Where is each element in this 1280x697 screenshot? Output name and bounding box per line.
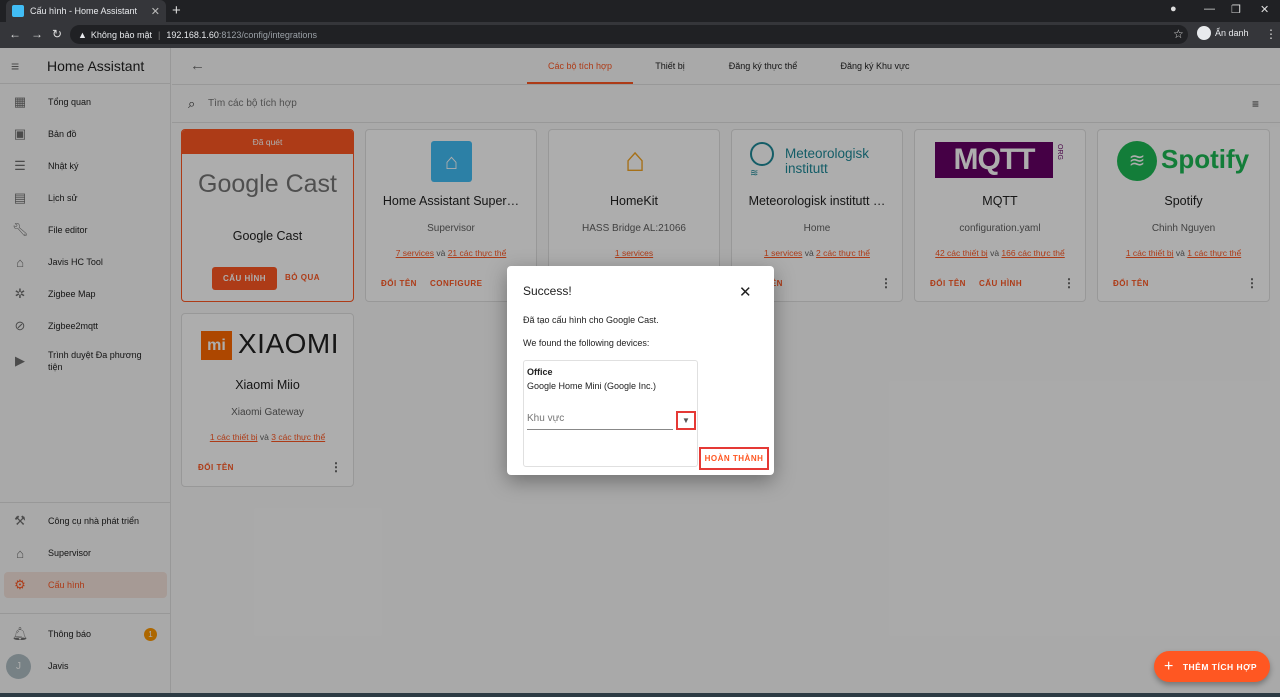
add-integration-label: THÊM TÍCH HỢP [1182,661,1258,672]
plus-icon: + [1164,657,1174,675]
area-input[interactable] [527,408,673,430]
minimize-icon[interactable]: — [1204,3,1215,15]
browser-tab[interactable]: Cấu hình - Home Assistant ✕ [6,0,166,22]
chevron-down-icon[interactable]: ▼ [676,411,696,430]
device-model: Google Home Mini (Google Inc.) [527,381,657,391]
back-arrow-icon[interactable]: ← [9,27,21,41]
browser-menu-icon[interactable]: ⋮ [1265,27,1277,41]
device-box: Office Google Home Mini (Google Inc.) ▼ [523,360,698,467]
url-separator: | [157,29,161,40]
address-bar[interactable]: ▲ Không bảo mật | 192.168.1.60 :8123/con… [70,25,1188,44]
incognito-icon [1197,26,1211,40]
forward-arrow-icon[interactable]: → [31,27,43,41]
security-label: Không bảo mật [90,29,152,40]
new-tab-button[interactable]: + [172,2,181,19]
taskbar [0,693,1280,697]
url-path: :8123/config/integrations [218,29,317,40]
close-tab-icon[interactable]: ✕ [151,5,160,18]
dialog-title: Success! [523,284,572,298]
close-window-icon[interactable]: ✕ [1260,3,1269,16]
bookmark-star-icon[interactable]: ☆ [1173,27,1184,41]
url-host: 192.168.1.60 [166,29,219,40]
finish-button[interactable]: HOÀN THÀNH [699,447,769,470]
incognito-indicator[interactable]: Ẩn danh [1197,26,1249,40]
browser-tab-bar [0,0,1280,22]
profile-icon[interactable]: ● [1170,3,1177,15]
maximize-icon[interactable]: ❐ [1231,3,1241,16]
incognito-label: Ẩn danh [1215,28,1249,38]
add-integration-button[interactable]: + THÊM TÍCH HỢP [1154,651,1270,682]
warning-icon: ▲ [78,29,87,40]
device-name: Office [527,367,553,377]
home-assistant-favicon-icon [12,5,24,17]
browser-tab-title: Cấu hình - Home Assistant [30,6,138,16]
success-dialog: Success! ✕ Đã tạo cấu hình cho Google Ca… [507,266,774,475]
reload-icon[interactable]: ↻ [52,27,62,41]
dialog-message: Đã tạo cấu hình cho Google Cast. [523,315,659,325]
close-icon[interactable]: ✕ [739,283,752,301]
dialog-found-text: We found the following devices: [523,338,650,348]
